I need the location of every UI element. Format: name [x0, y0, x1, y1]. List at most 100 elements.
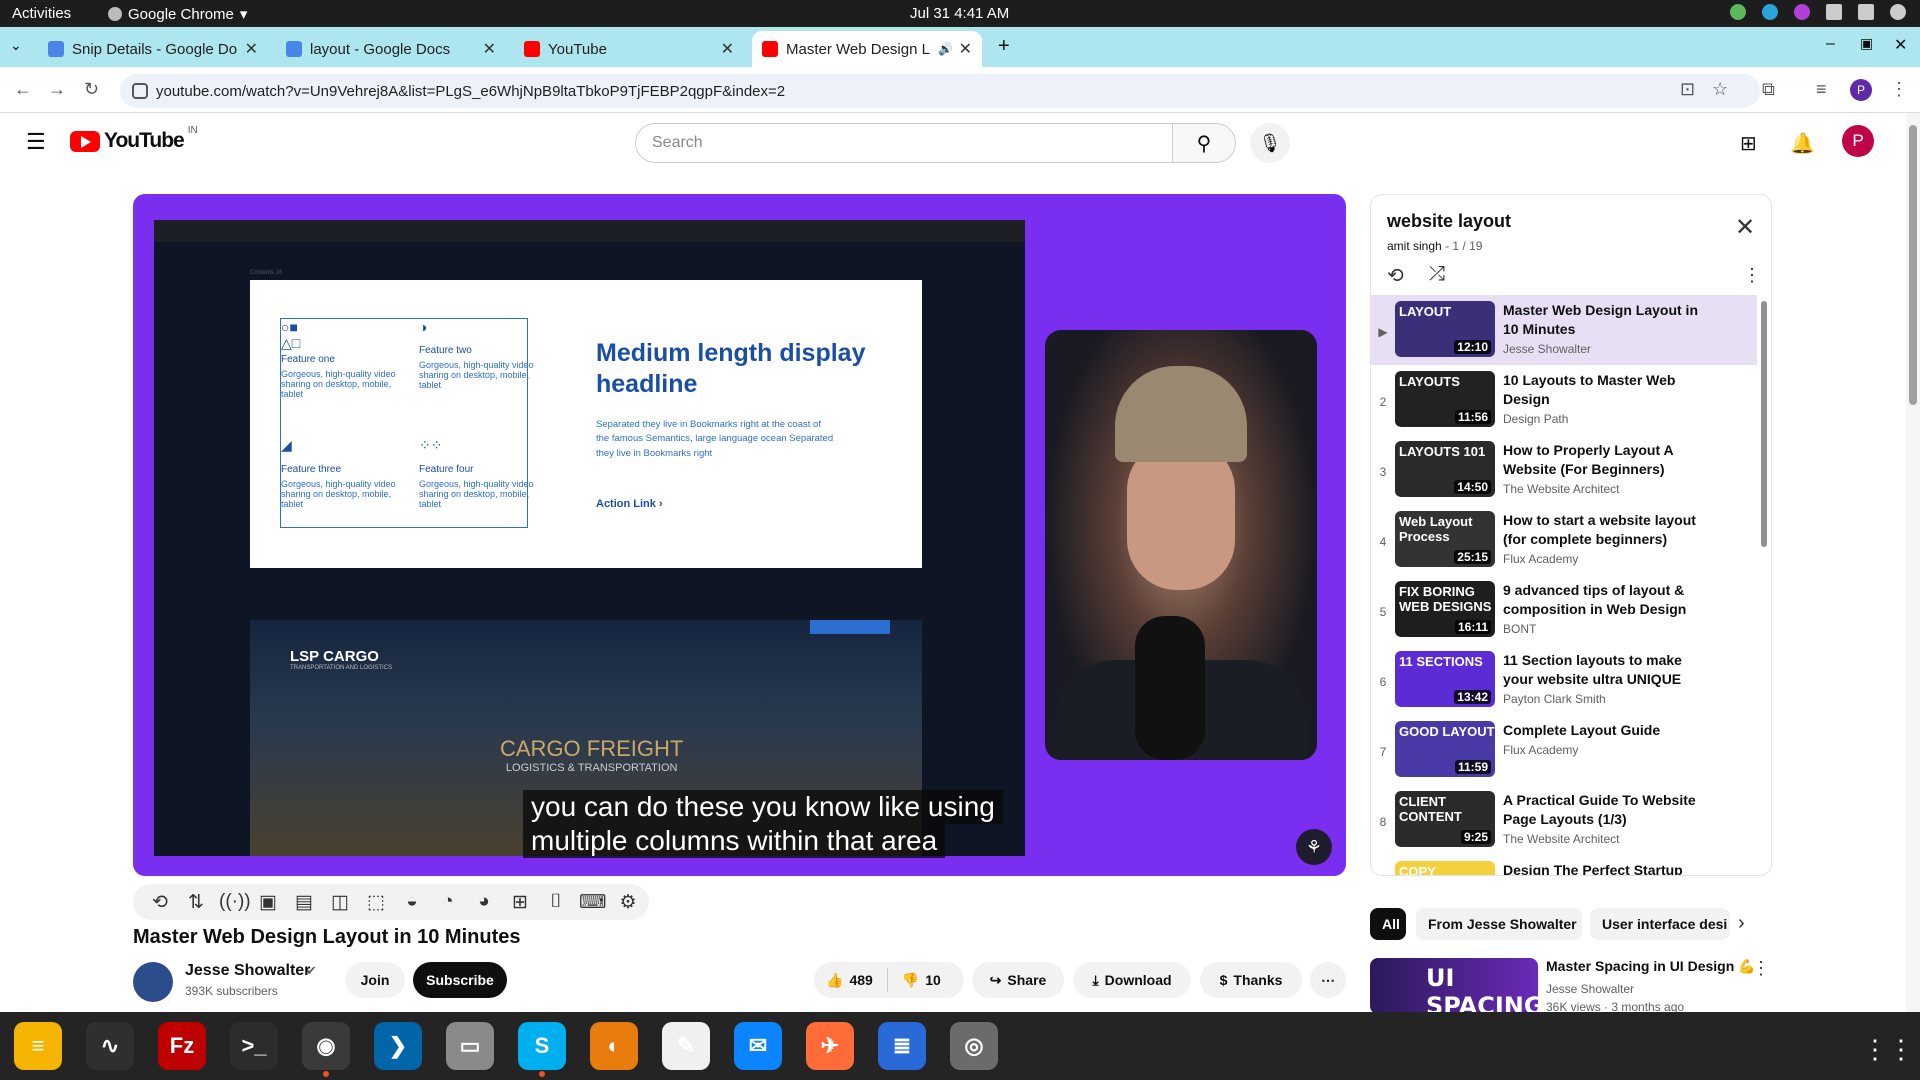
close-icon[interactable]: ✕ — [483, 39, 496, 59]
video-thumbnail[interactable]: CLIENT CONTENT 9:25 — [1395, 791, 1495, 847]
playlist-item[interactable]: 8 CLIENT CONTENT 9:25 A Practical Guide To … — [1371, 785, 1757, 855]
video-channel[interactable]: Flux Academy — [1503, 743, 1703, 757]
chrome-app[interactable]: ◉ — [302, 1022, 350, 1077]
thanks-button[interactable]: $ Thanks — [1200, 962, 1302, 998]
video-title[interactable]: 10 Layouts to Master Web Design — [1503, 371, 1703, 409]
frame-icon[interactable]: ⬚ — [363, 891, 389, 914]
tray-sync-icon[interactable] — [1762, 4, 1778, 20]
cinema-icon[interactable]: ▤ — [291, 891, 317, 914]
broadcast-icon[interactable]: ((·)) — [219, 891, 251, 913]
video-title[interactable]: How to Properly Layout A Website (For Be… — [1503, 441, 1703, 479]
playlist-item[interactable]: 9 COPY Design The Perfect Startup — [1371, 855, 1757, 875]
join-button[interactable]: Join — [345, 962, 405, 998]
channel-watermark-icon[interactable]: ⚘ — [1296, 829, 1332, 865]
scrollbar-thumb[interactable] — [1909, 125, 1917, 405]
account-avatar[interactable]: P — [1842, 125, 1874, 157]
audio-playing-icon[interactable]: 🔊 — [938, 42, 953, 56]
video-title[interactable]: How to start a website layout (for compl… — [1503, 511, 1703, 549]
video-channel[interactable]: The Website Architect — [1503, 832, 1703, 846]
related-video-title[interactable]: Master Spacing in UI Design 💪 — [1546, 958, 1756, 975]
system-monitor-app[interactable]: ∿ — [86, 1022, 134, 1070]
app-menu[interactable]: Google Chrome ▾ — [108, 5, 247, 23]
speed-icon[interactable]: ◔ — [435, 891, 461, 913]
video-thumbnail[interactable]: LAYOUTS 101 14:50 — [1395, 441, 1495, 497]
writer-app[interactable]: ≣ — [878, 1022, 926, 1070]
filter-chip[interactable]: From Jesse Showalter — [1416, 908, 1582, 940]
site-info-icon[interactable] — [132, 83, 148, 99]
search-input[interactable] — [635, 123, 1173, 163]
skype-app[interactable]: S — [518, 1022, 566, 1077]
pip-icon[interactable]: ◫ — [327, 891, 353, 914]
extensions-icon[interactable]: ⧉ — [1762, 79, 1775, 100]
video-title[interactable]: Master Web Design Layout in 10 Minutes — [1503, 301, 1703, 339]
tab-youtube[interactable]: YouTube ✕ — [514, 31, 744, 67]
subscribe-button[interactable]: Subscribe — [413, 962, 507, 998]
bookmark-star-icon[interactable]: ☆ — [1712, 79, 1728, 100]
network-icon[interactable] — [1826, 4, 1842, 20]
playlist-item[interactable]: 2 LAYOUTS 11:56 10 Layouts to Master Web De… — [1371, 365, 1757, 435]
address-bar[interactable]: youtube.com/watch?v=Un9Vehrej8A&list=PLg… — [120, 74, 1760, 108]
video-title[interactable]: Complete Layout Guide — [1503, 721, 1703, 740]
playlist-title[interactable]: website layout — [1387, 211, 1511, 232]
profile-avatar[interactable]: P — [1850, 79, 1872, 101]
install-app-icon[interactable]: ⊡ — [1680, 79, 1695, 100]
search-button[interactable]: ⚲ — [1172, 123, 1236, 163]
volume-icon[interactable] — [1858, 4, 1874, 20]
loop-icon[interactable]: ⟲ — [147, 891, 173, 914]
video-title[interactable]: Design The Perfect Startup — [1503, 861, 1703, 875]
hamburger-menu-icon[interactable]: ☰ — [26, 129, 46, 155]
more-vert-icon[interactable]: ⋮ — [1752, 958, 1770, 979]
minimize-icon[interactable]: – — [1826, 35, 1835, 53]
video-thumbnail[interactable]: LAYOUTS 11:56 — [1395, 371, 1495, 427]
create-video-icon[interactable]: ⊞ — [1740, 131, 1757, 156]
video-title[interactable]: 11 Section layouts to make your website … — [1503, 651, 1703, 689]
video-channel[interactable]: The Website Architect — [1503, 482, 1703, 496]
clock[interactable]: Jul 31 4:41 AM — [910, 5, 1009, 22]
thumbs-down-icon[interactable]: 👎 — [902, 972, 919, 989]
filezilla-app[interactable]: Fz — [158, 1022, 206, 1070]
playlist-item[interactable]: 4 Web Layout Process 25:15 How to start a w… — [1371, 505, 1757, 575]
postman-app[interactable]: ✈ — [806, 1022, 854, 1070]
screenshot-icon[interactable]: ⌷ — [543, 891, 569, 913]
close-icon[interactable]: ✕ — [245, 39, 258, 59]
youtube-logo[interactable]: YouTube IN — [70, 125, 198, 153]
playlist-item[interactable]: 3 LAYOUTS 101 14:50 How to Properly Layout … — [1371, 435, 1757, 505]
tab-snip-details[interactable]: Snip Details - Google Do ✕ — [38, 31, 268, 67]
video-player[interactable]: Contents 16 ○■ △□ Feature one Gorgeous, h… — [133, 194, 1346, 876]
related-video-thumbnail[interactable]: UI SPACING — [1370, 958, 1538, 1014]
chevron-right-icon[interactable]: › — [1738, 912, 1745, 935]
reload-icon[interactable]: ↻ — [84, 79, 99, 100]
settings-gear-icon[interactable]: ⚙ — [615, 891, 641, 914]
video-thumbnail[interactable]: Web Layout Process 25:15 — [1395, 511, 1495, 567]
video-title[interactable]: 9 advanced tips of layout & composition … — [1503, 581, 1703, 619]
playlist-scrollbar[interactable] — [1761, 301, 1767, 547]
disks-app[interactable]: ◎ — [950, 1022, 998, 1070]
close-icon[interactable]: ✕ — [1735, 213, 1755, 242]
close-icon[interactable]: ✕ — [721, 39, 734, 59]
playlist-item[interactable]: ▶ LAYOUT 12:10 Master Web Design Layout in … — [1371, 295, 1757, 365]
page-scrollbar[interactable] — [1906, 113, 1920, 1012]
tab-search-icon[interactable]: ⌄ — [10, 37, 22, 54]
like-count[interactable]: 489 — [849, 972, 872, 988]
channel-avatar[interactable] — [133, 962, 173, 1002]
terminal-app[interactable]: >_ — [230, 1022, 278, 1070]
video-thumbnail[interactable]: COPY — [1395, 861, 1495, 875]
loop-icon[interactable]: ⟲ — [1387, 263, 1404, 288]
new-tab-button[interactable]: + — [998, 35, 1010, 58]
window-close-icon[interactable]: ✕ — [1894, 35, 1907, 55]
restore-icon[interactable]: ▣ — [1860, 35, 1873, 52]
related-video-channel[interactable]: Jesse Showalter — [1546, 982, 1634, 996]
video-channel[interactable]: Payton Clark Smith — [1503, 692, 1703, 706]
playlist-owner[interactable]: amit singh — [1387, 239, 1442, 253]
playlist-item[interactable]: 5 FIX BORING WEB DESIGNS 16:11 9 advanced t… — [1371, 575, 1757, 645]
tab-layout-docs[interactable]: layout - Google Docs ✕ — [276, 31, 506, 67]
video-title[interactable]: A Practical Guide To Website Page Layout… — [1503, 791, 1703, 829]
more-actions-button[interactable]: ⋯ — [1310, 962, 1346, 998]
vscode-app[interactable]: ❯ — [374, 1022, 422, 1070]
thumbs-up-icon[interactable]: 👍 — [826, 972, 843, 989]
filter-chip[interactable]: User interface desi — [1590, 908, 1730, 940]
sort-icon[interactable]: ⇅ — [183, 891, 209, 914]
playlist-item[interactable]: 7 GOOD LAYOUT 11:59 Complete Layout Guide Fl… — [1371, 715, 1757, 785]
more-vert-icon[interactable]: ⋮ — [1743, 265, 1761, 286]
close-icon[interactable]: ✕ — [959, 39, 972, 59]
